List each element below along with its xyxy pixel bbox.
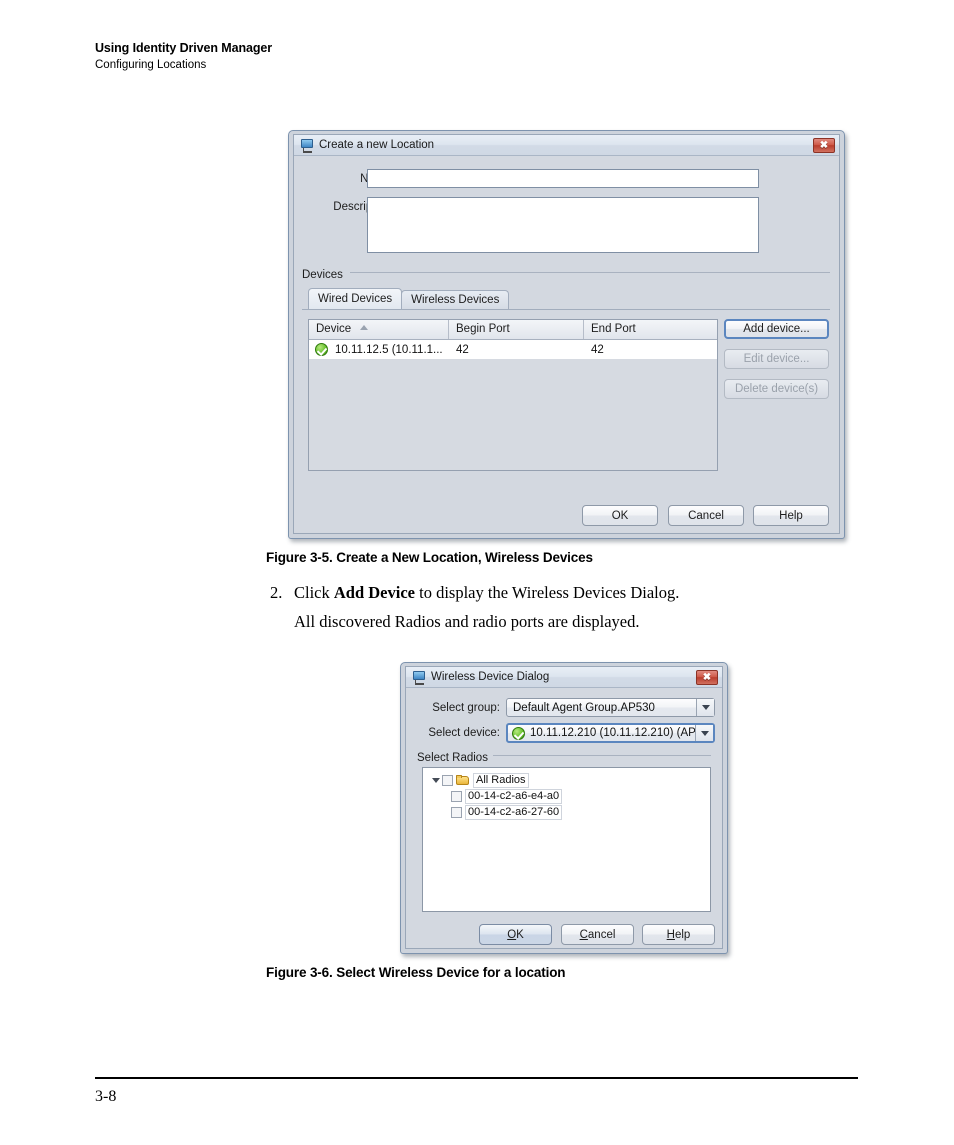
select-device-label: Select device:: [428, 727, 500, 739]
monitor-icon: [300, 139, 314, 153]
description-textarea[interactable]: [367, 197, 759, 253]
tabstrip-underline: [302, 309, 830, 310]
tab-wired-devices[interactable]: Wired Devices: [308, 288, 403, 309]
page-header: Using Identity Driven Manager Configurin…: [95, 40, 795, 73]
tree-label-all-radios: All Radios: [473, 773, 529, 788]
tree-label-radio-1: 00-14-c2-a6-e4-a0: [465, 789, 563, 804]
select-radios-group-label: Select Radios: [417, 752, 493, 764]
cancel-button[interactable]: Cancel: [561, 924, 634, 945]
add-device-button[interactable]: Add device...: [724, 319, 829, 339]
list-item[interactable]: 00-14-c2-a6-e4-a0: [451, 789, 710, 804]
page-header-subtitle: Configuring Locations: [95, 59, 207, 71]
select-group-value: Default Agent Group.AP530: [513, 701, 655, 714]
radios-tree-panel[interactable]: All Radios 00-14-c2-a6-e4-a0 00-14-c2-a6…: [422, 767, 711, 912]
devices-table[interactable]: Device Begin Port End Port 10.11.12.5 (1…: [308, 319, 718, 471]
select-device-value: 10.11.12.210 (10.11.12.210) (AP530): [530, 727, 695, 739]
chevron-down-icon[interactable]: [696, 699, 714, 716]
create-new-location-dialog[interactable]: Create a new Location ✖ Name: Descriptio…: [288, 130, 845, 539]
figure-3-6-caption: Figure 3-6. Select Wireless Device for a…: [266, 965, 566, 980]
tree-node-all-radios[interactable]: All Radios: [429, 773, 710, 788]
list-item[interactable]: 00-14-c2-a6-27-60: [451, 805, 710, 820]
devices-group-title-wrap: Devices: [302, 265, 348, 283]
step-list: 2. Click Add Device to display the Wirel…: [270, 578, 890, 636]
column-header-end-port[interactable]: End Port: [584, 320, 717, 339]
column-header-device[interactable]: Device: [309, 320, 449, 339]
chevron-down-icon[interactable]: [695, 725, 713, 741]
ok-button[interactable]: OK: [582, 505, 658, 526]
column-header-device-label: Device: [316, 323, 352, 335]
status-ok-icon: [512, 726, 525, 740]
help-button[interactable]: Help: [642, 924, 715, 945]
dialog-inner-frame: Create a new Location ✖ Name: Descriptio…: [293, 134, 840, 534]
cell-begin-port: 42: [456, 343, 469, 356]
close-icon[interactable]: ✖: [813, 138, 835, 153]
close-icon[interactable]: ✖: [696, 670, 718, 685]
delete-devices-button: Delete device(s): [724, 379, 829, 399]
cell-device: 10.11.12.5 (10.11.1...: [335, 343, 443, 356]
devices-tabstrip[interactable]: Wired Devices Wireless Devices: [308, 288, 510, 309]
monitor-icon: [412, 671, 426, 685]
step-text-before: Click: [294, 583, 334, 602]
ok-button[interactable]: OK: [479, 924, 552, 945]
name-input[interactable]: [367, 169, 759, 188]
page-number: 3-8: [95, 1088, 117, 1105]
select-radios-group-title-wrap: Select Radios: [417, 748, 493, 766]
help-button[interactable]: Help: [753, 505, 829, 526]
step-number: 2.: [270, 583, 283, 602]
select-group-label: Select group:: [432, 702, 500, 714]
select-device-combo[interactable]: 10.11.12.210 (10.11.12.210) (AP530): [506, 723, 715, 743]
sort-ascending-icon: [360, 325, 369, 330]
tree-label-radio-2: 00-14-c2-a6-27-60: [465, 805, 563, 820]
footer-divider: [95, 1077, 858, 1079]
checkbox-all-radios[interactable]: [442, 775, 453, 786]
tab-wireless-devices[interactable]: Wireless Devices: [401, 290, 510, 309]
dialog2-body: Select group: Default Agent Group.AP530 …: [406, 689, 722, 948]
dialog2-inner-frame: Wireless Device Dialog ✖ Select group: D…: [405, 666, 723, 949]
page-header-title: Using Identity Driven Manager: [95, 41, 272, 55]
step-text-after: to display the Wireless Devices Dialog.: [415, 583, 680, 602]
select-radios-group-rule: [489, 755, 711, 756]
chevron-down-icon[interactable]: [429, 778, 442, 783]
step-text: Click Add Device to display the Wireless…: [294, 578, 890, 607]
folder-icon: [456, 775, 470, 786]
step-text-bold: Add Device: [333, 583, 415, 602]
status-ok-icon: [315, 343, 328, 356]
devices-table-header: Device Begin Port End Port: [309, 320, 717, 340]
dialog1-body: Name: Description: Devices Wired Devices…: [294, 157, 839, 533]
wireless-device-dialog[interactable]: Wireless Device Dialog ✖ Select group: D…: [400, 662, 728, 954]
devices-group-rule: [350, 272, 830, 273]
checkbox-radio-1[interactable]: [451, 791, 462, 802]
edit-device-button: Edit device...: [724, 349, 829, 369]
list-item: 2. Click Add Device to display the Wirel…: [270, 578, 890, 607]
column-header-begin-port[interactable]: Begin Port: [449, 320, 584, 339]
select-group-combo[interactable]: Default Agent Group.AP530: [506, 698, 715, 717]
step-continuation: All discovered Radios and radio ports ar…: [294, 612, 640, 631]
devices-group-label: Devices: [302, 269, 348, 281]
dialog1-title: Create a new Location: [319, 139, 435, 151]
cancel-button[interactable]: Cancel: [668, 505, 744, 526]
table-row[interactable]: 10.11.12.5 (10.11.1... 42 42: [309, 340, 717, 359]
checkbox-radio-2[interactable]: [451, 807, 462, 818]
dialog2-titlebar[interactable]: Wireless Device Dialog ✖: [406, 667, 722, 688]
dialog2-title: Wireless Device Dialog: [431, 671, 550, 683]
figure-3-5-caption: Figure 3-5. Create a New Location, Wirel…: [266, 550, 593, 565]
dialog1-titlebar[interactable]: Create a new Location ✖: [294, 135, 839, 156]
cell-end-port: 42: [591, 343, 604, 356]
